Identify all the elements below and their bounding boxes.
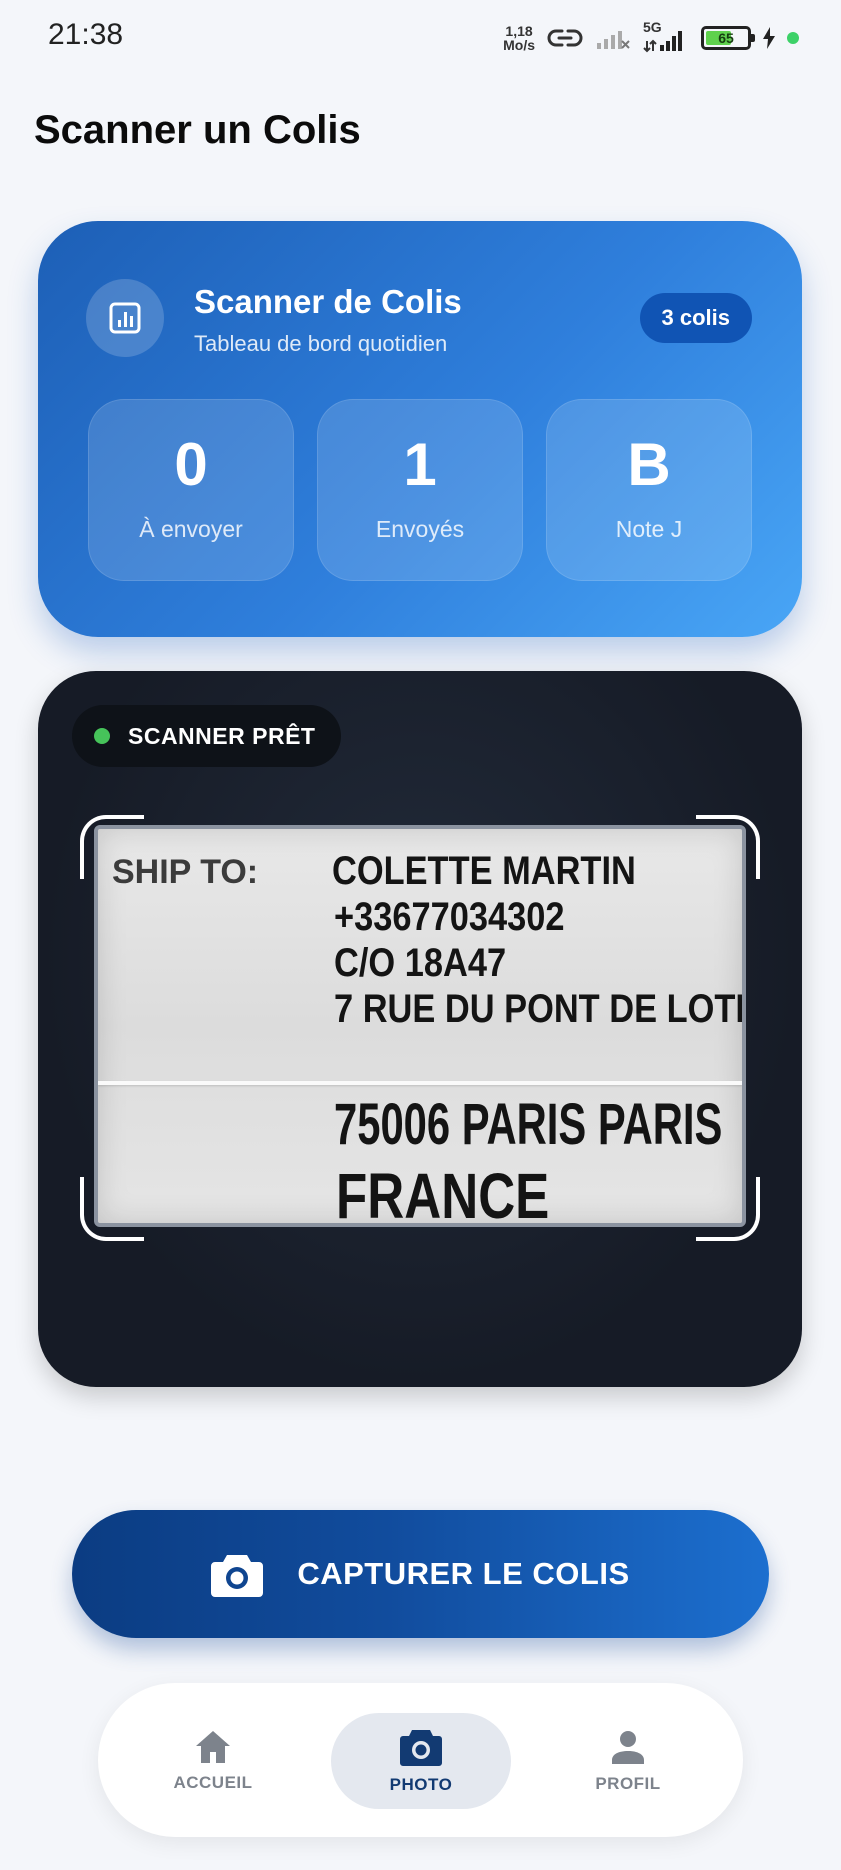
- scan-corner-top-left: [80, 815, 144, 879]
- nav-label: PHOTO: [389, 1775, 453, 1794]
- stat-to-send[interactable]: 0 À envoyer: [88, 399, 294, 581]
- network-speed: 1,18 Mo/s: [503, 24, 535, 52]
- signal-strong-icon: [643, 31, 682, 53]
- label-line: +33677034302: [334, 895, 565, 939]
- label-fold: [98, 1081, 742, 1085]
- charging-icon: [763, 27, 775, 49]
- signal-5g: 5G: [643, 19, 689, 53]
- label-line: 7 RUE DU PONT DE LOTI: [334, 987, 745, 1031]
- stat-value: 0: [174, 431, 208, 498]
- label-line: C/O 18A47: [334, 941, 507, 985]
- nav-profile[interactable]: PROFIL: [538, 1713, 718, 1809]
- status-bar: 21:38 1,18 Mo/s 5G 65: [0, 0, 841, 74]
- link-icon: [547, 29, 583, 47]
- status-dot: [94, 728, 110, 744]
- stat-value: 1: [403, 431, 437, 498]
- stat-label: Envoyés: [375, 516, 465, 542]
- scanner-status-badge: SCANNER PRÊT: [72, 705, 342, 767]
- dashboard-icon-circle: [86, 279, 164, 357]
- shipping-label-image: SHIP TO: COLETTE MARTIN +33677034302 C/O…: [94, 825, 746, 1227]
- dashboard-card: Scanner de Colis Tableau de bord quotidi…: [38, 221, 802, 637]
- dashboard-title: Scanner de Colis: [194, 283, 462, 320]
- scanner-status-text: SCANNER PRÊT: [128, 722, 316, 749]
- nav-photo[interactable]: PHOTO: [331, 1713, 511, 1809]
- camera-icon: [400, 1730, 442, 1766]
- dashboard-subtitle: Tableau de bord quotidien: [194, 331, 448, 356]
- scan-corner-bottom-left: [80, 1177, 144, 1241]
- privacy-indicator-dot: [787, 32, 799, 44]
- battery-level: 65: [718, 30, 734, 46]
- camera-icon: [211, 1555, 264, 1597]
- nav-home[interactable]: ACCUEIL: [123, 1713, 303, 1809]
- label-line: 75006 PARIS PARIS: [334, 1092, 723, 1157]
- signal-weak-icon: [597, 31, 630, 49]
- status-icons: 1,18 Mo/s 5G 65: [503, 19, 799, 56]
- network-speed-value: 1,18: [505, 23, 533, 39]
- scanner-preview[interactable]: SCANNER PRÊT SHIP TO: COLETTE MARTIN +33…: [38, 671, 802, 1387]
- scan-frame: SHIP TO: COLETTE MARTIN +33677034302 C/O…: [80, 815, 760, 1241]
- stat-label: À envoyer: [139, 516, 243, 542]
- scan-corner-bottom-right: [696, 1177, 760, 1241]
- stat-daily-grade[interactable]: B Note J: [546, 399, 752, 581]
- person-icon: [612, 1731, 644, 1764]
- chart-icon: [109, 302, 141, 334]
- status-time: 21:38: [48, 18, 124, 51]
- stat-value: B: [627, 431, 671, 498]
- network-speed-unit: Mo/s: [503, 37, 535, 53]
- bottom-navigation: ACCUEIL PHOTO PROFIL: [98, 1683, 743, 1837]
- parcel-count-badge: 3 colis: [639, 293, 752, 343]
- nav-label: PROFIL: [595, 1774, 661, 1793]
- capture-parcel-button[interactable]: CAPTURER LE COLIS: [72, 1510, 769, 1638]
- stat-label: Note J: [615, 516, 683, 542]
- stat-sent[interactable]: 1 Envoyés: [317, 399, 523, 581]
- scan-corner-top-right: [696, 815, 760, 879]
- capture-button-label: CAPTURER LE COLIS: [297, 1556, 630, 1591]
- home-icon: [196, 1731, 230, 1763]
- battery-icon: 65: [701, 26, 755, 50]
- label-line: COLETTE MARTIN: [332, 849, 636, 893]
- page-title: Scanner un Colis: [34, 108, 361, 152]
- nav-label: ACCUEIL: [173, 1773, 253, 1792]
- label-line: FRANCE: [336, 1160, 550, 1227]
